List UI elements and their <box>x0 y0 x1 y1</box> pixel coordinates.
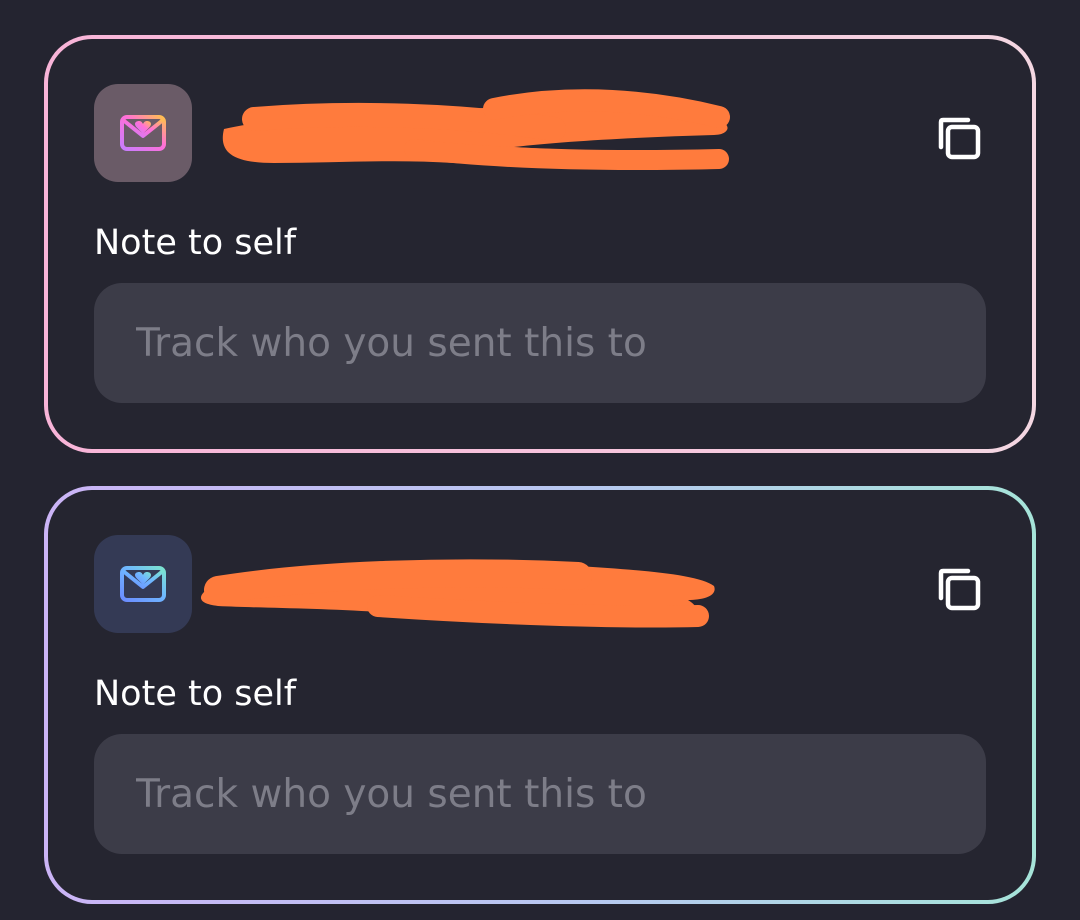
address-card-body: Note to self <box>48 39 1032 449</box>
heart-mail-icon <box>120 566 166 602</box>
avatar <box>94 535 192 633</box>
copy-button[interactable] <box>932 562 986 616</box>
redacted-email <box>222 89 730 170</box>
copy-icon <box>938 568 981 611</box>
heart-mail-icon <box>120 115 166 151</box>
address-card-body: Note to self <box>48 490 1032 900</box>
page: Note to self Track who you sent this to … <box>0 0 1080 920</box>
address-card: Note to self <box>44 486 1036 904</box>
avatar <box>94 84 192 182</box>
copy-icon <box>938 117 981 160</box>
address-card: Note to self <box>44 35 1036 453</box>
copy-button[interactable] <box>932 111 986 165</box>
note-input[interactable] <box>94 283 986 403</box>
note-input[interactable] <box>94 734 986 854</box>
note-label: Note to self <box>94 674 297 714</box>
redacted-email <box>200 559 715 628</box>
note-label: Note to self <box>94 223 297 263</box>
